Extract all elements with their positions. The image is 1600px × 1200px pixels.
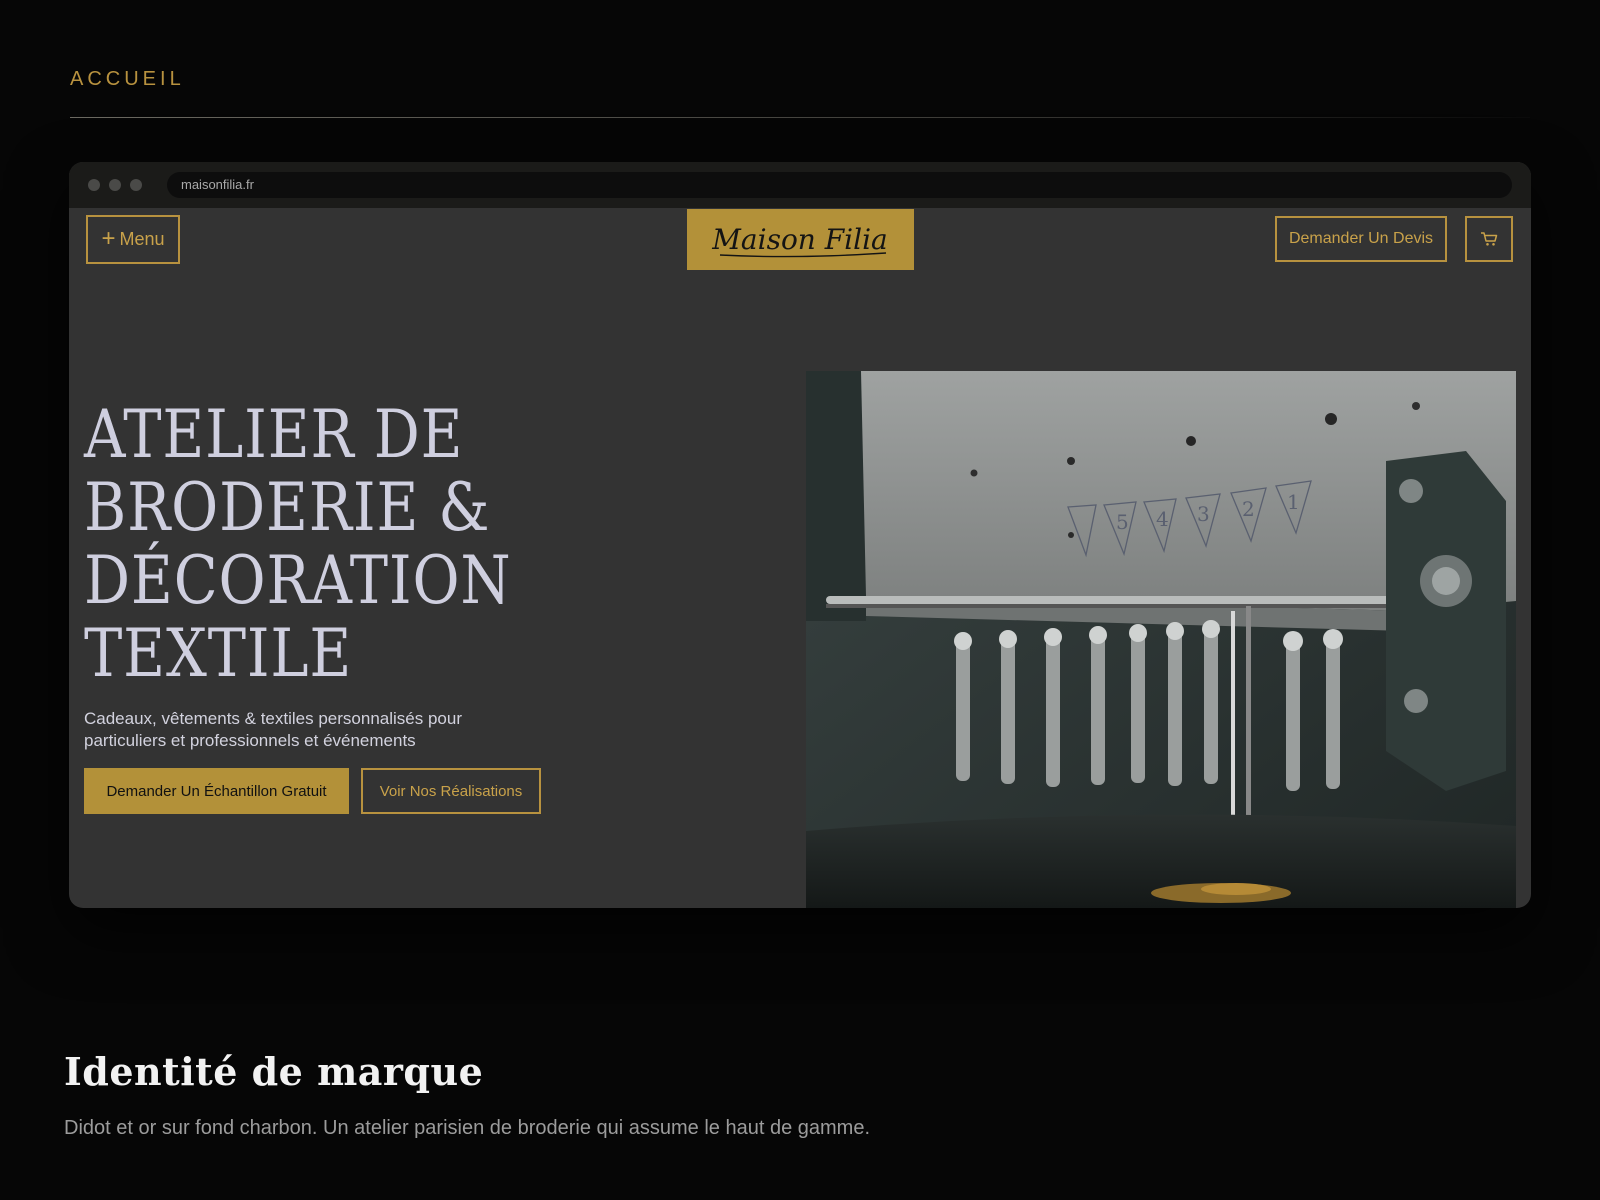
embroidery-machine-photo: 1 2 3 4 5 — [806, 371, 1516, 908]
cart-button[interactable] — [1465, 216, 1513, 262]
hero-title-line: DÉCORATION — [84, 542, 512, 619]
maison-filia-logo: Maison Filia — [711, 223, 888, 257]
brand-logo[interactable]: Maison Filia — [687, 209, 914, 270]
free-sample-button[interactable]: Demander Un Échantillon Gratuit — [84, 768, 349, 814]
hero-subtitle-line: particuliers et professionnels et événem… — [84, 731, 416, 750]
svg-text:5: 5 — [1116, 510, 1129, 534]
window-dot-minimize — [109, 179, 121, 191]
svg-text:4: 4 — [1156, 507, 1169, 531]
address-bar[interactable]: maisonfilia.fr — [167, 172, 1512, 198]
embroidery-machine-illustration: 1 2 3 4 5 — [806, 371, 1516, 908]
hero-title-line: TEXTILE — [84, 615, 353, 692]
cart-icon — [1481, 232, 1498, 246]
website-viewport: + Menu Maison Filia Demander Un Devis AT… — [69, 208, 1531, 908]
svg-text:3: 3 — [1197, 502, 1210, 526]
section-label: ACCUEIL — [70, 68, 185, 90]
brand-identity-description: Didot et or sur fond charbon. Un atelier… — [64, 1117, 871, 1139]
hero-subtitle-line: Cadeaux, vêtements & textiles personnali… — [84, 709, 462, 728]
menu-label: Menu — [119, 229, 165, 249]
logo-wordmark: Maison Filia — [711, 223, 887, 256]
window-dot-maximize — [130, 179, 142, 191]
section-divider — [70, 117, 1530, 118]
request-quote-button[interactable]: Demander Un Devis — [1275, 216, 1447, 262]
hero-title-line: ATELIER DE — [84, 396, 464, 473]
brand-identity-title: Identité de marque — [64, 1049, 484, 1094]
svg-text:2: 2 — [1242, 497, 1255, 521]
hero-subtitle: Cadeaux, vêtements & textiles personnali… — [84, 708, 544, 752]
svg-text:1: 1 — [1287, 490, 1300, 514]
menu-button[interactable]: + Menu — [86, 215, 180, 264]
hero-title-line: BRODERIE & — [84, 469, 491, 546]
window-dot-close — [88, 179, 100, 191]
view-work-button[interactable]: Voir Nos Réalisations — [361, 768, 541, 814]
browser-chrome: maisonfilia.fr — [69, 162, 1531, 208]
hero-title: ATELIER DE BRODERIE & DÉCORATION TEXTILE — [84, 398, 623, 690]
browser-mockup: maisonfilia.fr + Menu Maison Filia Deman… — [69, 162, 1531, 908]
plus-icon: + — [101, 224, 116, 252]
